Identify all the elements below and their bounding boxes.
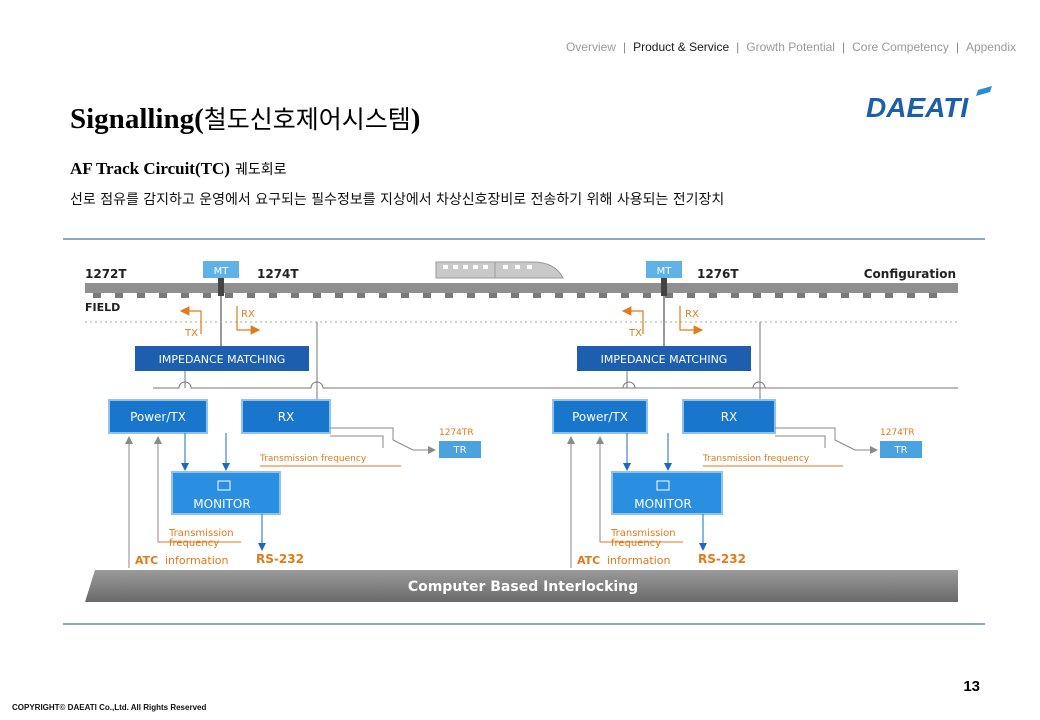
rx-label-left: RX — [278, 410, 295, 424]
nav-item-core-competency[interactable]: Core Competency — [852, 40, 949, 54]
track-label-1276t: 1276T — [697, 267, 739, 281]
nav-item-growth-potential[interactable]: Growth Potential — [746, 40, 835, 54]
logo-text: DAEATI — [866, 92, 969, 123]
frequency-label-left: frequency — [169, 538, 219, 549]
nav-separator: | — [622, 40, 627, 54]
track-label-1272t: 1272T — [85, 267, 127, 281]
rs232-label-right: RS-232 — [698, 552, 746, 566]
rx-arrow-label-left: RX — [241, 309, 255, 320]
configuration-label: Configuration — [864, 267, 956, 281]
top-divider — [63, 238, 985, 240]
section-subtitle: AF Track Circuit(TC) 궤도회로 — [70, 159, 287, 179]
cbi-label: Computer Based Interlocking — [408, 579, 638, 595]
tr-label-left: TR — [452, 445, 466, 456]
top-navigation: Overview | Product & Service | Growth Potent… — [566, 40, 1016, 54]
page-number: 13 — [963, 678, 980, 695]
atc-label-left: ATC — [135, 554, 158, 567]
rx-label-right: RX — [721, 410, 738, 424]
subtitle-korean: 궤도회로 — [235, 162, 287, 178]
nav-item-product-service[interactable]: Product & Service — [633, 40, 729, 54]
impedance-label-left: IMPEDANCE MATCHING — [159, 353, 286, 366]
nav-separator: | — [955, 40, 959, 54]
tr-number-label-right: 1274TR — [880, 428, 915, 438]
nav-separator: | — [841, 40, 846, 54]
tr-number-label-left: 1274TR — [439, 428, 474, 438]
rx-arrow-label-right: RX — [685, 309, 699, 320]
page-title-korean: 철도신호제어시스템 — [203, 105, 411, 134]
mt-label-right: MT — [657, 266, 673, 277]
tx-label-left: TX — [184, 328, 198, 339]
nav-item-overview[interactable]: Overview — [566, 40, 616, 54]
field-label: FIELD — [85, 301, 120, 314]
information-label-right: information — [607, 554, 671, 567]
monitor-label-left: MONITOR — [193, 497, 250, 511]
nav-item-appendix[interactable]: Appendix — [966, 40, 1016, 54]
transmission-frequency-label-right: Transmission frequency — [702, 454, 810, 464]
monitor-label-right: MONITOR — [634, 497, 691, 511]
daeati-logo: DAEATI — [866, 86, 992, 123]
information-label-left: information — [165, 554, 229, 567]
mt-label-left: MT — [214, 266, 230, 277]
tx-label-right: TX — [628, 328, 642, 339]
page-title-main: Signalling( — [70, 103, 204, 135]
frequency-label-right: frequency — [611, 538, 661, 549]
page-title: Signalling(철도신호제어시스템) — [70, 100, 420, 136]
rail-track — [85, 283, 958, 293]
page-title-close: ) — [410, 103, 421, 135]
copyright: COPYRIGHT© DAEATI Co.,Ltd. All Rights Re… — [12, 703, 207, 712]
tr-label-right: TR — [893, 445, 907, 456]
nav-separator: | — [736, 40, 740, 54]
power-tx-label-right: Power/TX — [572, 410, 628, 424]
section-description: 선로 점유를 감지하고 운영에서 요구되는 필수정보를 지상에서 차상신호장비로… — [70, 192, 725, 208]
track-label-1274t: 1274T — [257, 267, 299, 281]
atc-label-right: ATC — [577, 554, 600, 567]
rs232-label-left: RS-232 — [256, 552, 304, 566]
transmission-frequency-label-left: Transmission frequency — [259, 454, 367, 464]
impedance-label-right: IMPEDANCE MATCHING — [601, 353, 728, 366]
power-tx-label-left: Power/TX — [130, 410, 186, 424]
bottom-divider — [63, 623, 985, 625]
subtitle-english: AF Track Circuit(TC) — [70, 159, 230, 178]
train-icon — [435, 261, 564, 279]
track-circuit-diagram: 1272T 1274T 1276T Configuration MT MT FI… — [85, 261, 958, 602]
logo-accent-icon — [976, 86, 992, 96]
